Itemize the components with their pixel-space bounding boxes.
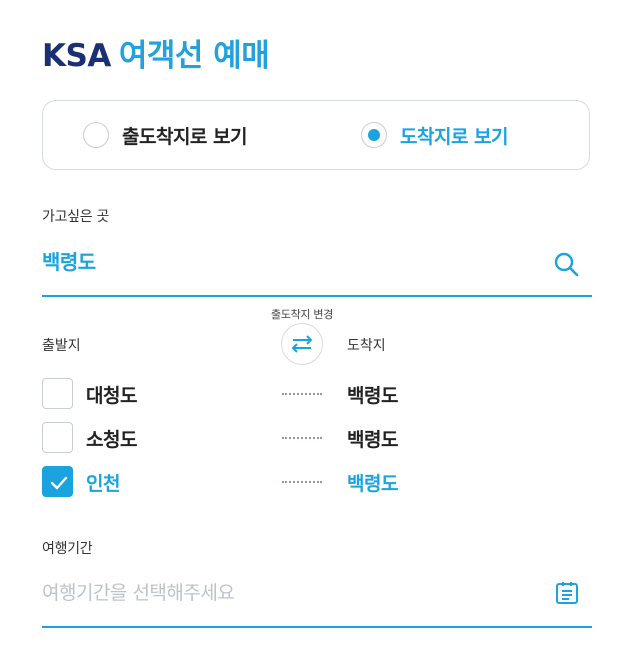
- radio-button[interactable]: [83, 122, 109, 148]
- route-row[interactable]: 소청도 백령도: [42, 422, 592, 454]
- route-row[interactable]: 인천 백령도: [42, 466, 592, 498]
- travel-period-label: 여행기간: [42, 541, 93, 557]
- checkmark-icon: [50, 476, 68, 490]
- page-title: KSA 여객선 예매: [42, 30, 270, 75]
- radio-button-selected[interactable]: [361, 122, 387, 148]
- route-connector: [282, 393, 322, 395]
- view-option-destination[interactable]: 도착지로 보기: [361, 121, 509, 149]
- destination-label: 가고싶은 곳: [42, 209, 110, 225]
- route-checkbox[interactable]: [42, 378, 73, 409]
- route-destination: 백령도: [347, 429, 398, 451]
- search-icon: [554, 252, 579, 277]
- origin-column-header: 출발지: [42, 338, 81, 354]
- route-destination: 백령도: [347, 473, 398, 495]
- travel-period-input[interactable]: 여행기간을 선택해주세요: [42, 578, 235, 605]
- brand-name: KSA: [42, 38, 111, 74]
- calendar-button[interactable]: [554, 580, 580, 606]
- view-option-label: 출도착지로 보기: [122, 125, 247, 148]
- travel-period-underline: [42, 626, 592, 628]
- route-origin: 인천: [86, 473, 120, 495]
- page-title-text: 여객선 예매: [118, 38, 270, 74]
- search-button[interactable]: [552, 250, 580, 278]
- swap-arrows-icon: [291, 335, 313, 353]
- route-origin: 대청도: [86, 385, 137, 407]
- view-mode-toggle: 출도착지로 보기 도착지로 보기: [42, 100, 590, 170]
- route-checkbox-checked[interactable]: [42, 466, 73, 497]
- route-origin: 소청도: [86, 429, 137, 451]
- swap-button[interactable]: [281, 323, 323, 365]
- route-destination: 백령도: [347, 385, 398, 407]
- calendar-icon: [556, 582, 578, 604]
- route-row[interactable]: 대청도 백령도: [42, 378, 592, 410]
- route-checkbox[interactable]: [42, 422, 73, 453]
- route-connector: [282, 437, 322, 439]
- route-connector: [282, 481, 322, 483]
- view-option-label: 도착지로 보기: [400, 125, 509, 148]
- destination-underline: [42, 295, 592, 297]
- swap-caption: 출도착지 변경: [270, 308, 334, 321]
- destination-column-header: 도착지: [347, 338, 386, 354]
- destination-input[interactable]: 백령도: [42, 246, 96, 275]
- view-option-origin-destination[interactable]: 출도착지로 보기: [83, 121, 247, 149]
